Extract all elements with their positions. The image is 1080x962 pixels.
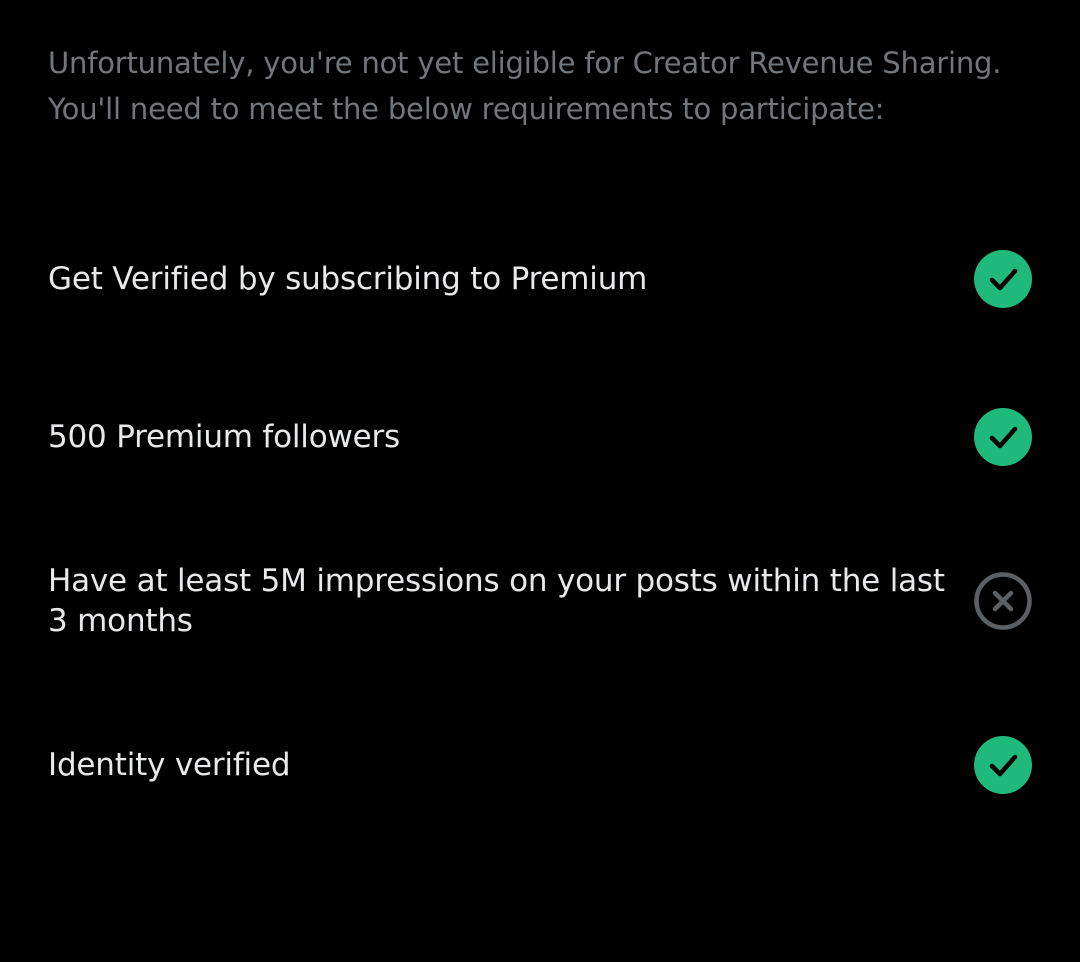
- check-circle-icon: [974, 408, 1032, 466]
- check-circle-icon: [974, 250, 1032, 308]
- requirement-item-identity: Identity verified: [48, 736, 1032, 794]
- requirement-label: 500 Premium followers: [48, 419, 401, 455]
- requirement-item-verified: Get Verified by subscribing to Premium: [48, 250, 1032, 308]
- x-circle-icon: [974, 572, 1032, 630]
- requirements-list: Get Verified by subscribing to Premium 5…: [48, 0, 1032, 962]
- requirement-label: Have at least 5M impressions on your pos…: [48, 563, 945, 639]
- requirement-label: Identity verified: [48, 747, 291, 783]
- check-circle-icon: [974, 736, 1032, 794]
- requirement-label: Get Verified by subscribing to Premium: [48, 261, 648, 297]
- requirement-item-impressions: Have at least 5M impressions on your pos…: [48, 561, 1032, 641]
- requirement-item-followers: 500 Premium followers: [48, 408, 1032, 466]
